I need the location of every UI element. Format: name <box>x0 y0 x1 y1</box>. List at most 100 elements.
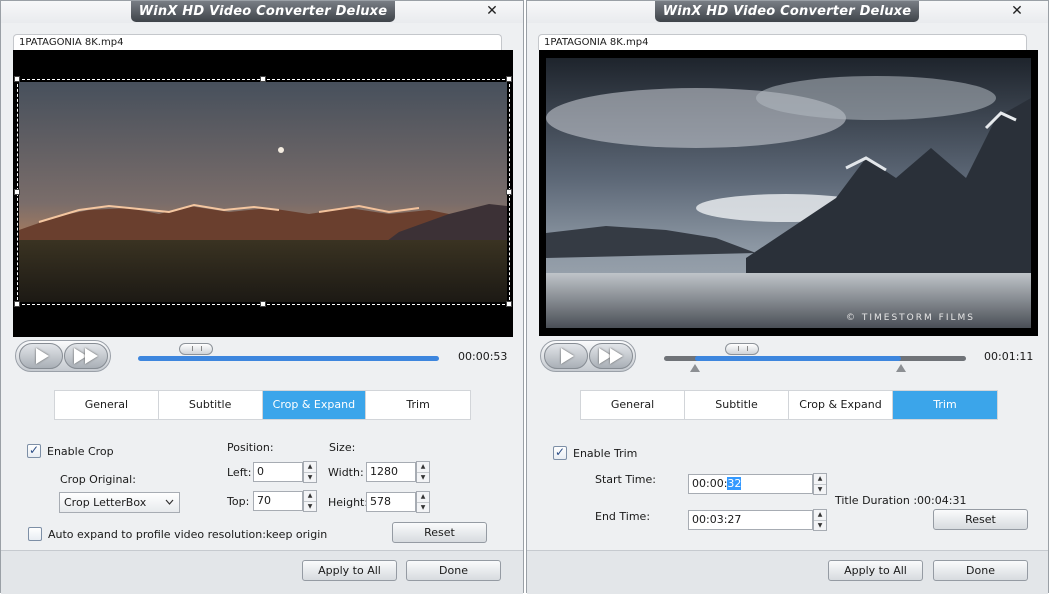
crop-original-label: Crop Original: <box>60 473 136 486</box>
spin-up-icon[interactable]: ▲ <box>417 492 429 503</box>
spin-up-icon[interactable]: ▲ <box>304 491 316 502</box>
title-bar: WinX HD Video Converter Deluxe ✕ <box>527 1 1048 23</box>
seek-thumb[interactable] <box>725 343 759 355</box>
spin-down-icon[interactable]: ▼ <box>304 502 316 512</box>
spin-up-icon[interactable]: ▲ <box>814 510 826 521</box>
done-button[interactable]: Done <box>406 560 501 581</box>
tab-subtitle[interactable]: Subtitle <box>159 391 263 419</box>
enable-crop-checkbox[interactable] <box>27 443 41 458</box>
crop-handle[interactable] <box>506 76 512 82</box>
trim-editor-window: WinX HD Video Converter Deluxe ✕ 1PATAGO… <box>526 0 1049 594</box>
dropdown-arrow-icon <box>165 499 174 505</box>
trim-end-marker[interactable] <box>896 364 906 372</box>
dialog-footer: Apply to All Done <box>1 550 523 594</box>
playback-buttons <box>540 340 636 372</box>
dialog-footer: Apply to All Done <box>527 550 1048 594</box>
spin-down-icon[interactable]: ▼ <box>417 503 429 513</box>
end-time-spinner[interactable]: ▲ ▼ <box>813 509 827 531</box>
spin-up-icon[interactable]: ▲ <box>304 462 316 473</box>
crop-handle[interactable] <box>14 189 20 195</box>
start-time-prefix: 00:00: <box>692 477 728 490</box>
tab-trim[interactable]: Trim <box>366 391 470 419</box>
play-button[interactable] <box>19 343 63 369</box>
position-label: Position: <box>227 441 274 454</box>
start-time-label: Start Time: <box>595 473 656 486</box>
height-label: Height: <box>328 496 369 509</box>
trim-range-fill <box>695 356 901 361</box>
crop-handle[interactable] <box>260 76 266 82</box>
auto-expand-label: Auto expand to profile video resolution:… <box>48 528 328 541</box>
spin-up-icon[interactable]: ▲ <box>417 462 429 473</box>
start-time-input[interactable]: 00:00:32 <box>688 474 813 494</box>
window-title: WinX HD Video Converter Deluxe <box>655 1 919 22</box>
auto-expand-checkbox[interactable] <box>28 527 42 541</box>
apply-to-all-button[interactable]: Apply to All <box>302 560 397 581</box>
file-name-tab: 1PATAGONIA 8K.mp4 <box>538 34 1027 50</box>
reset-button[interactable]: Reset <box>933 509 1028 530</box>
play-icon <box>561 348 574 364</box>
reset-button[interactable]: Reset <box>392 522 487 543</box>
crop-original-value: Crop LetterBox <box>64 496 147 509</box>
width-input[interactable]: 1280 <box>366 462 416 482</box>
trim-start-marker[interactable] <box>690 364 700 372</box>
crop-original-select[interactable]: Crop LetterBox <box>59 492 180 513</box>
seek-bar[interactable] <box>138 356 439 361</box>
seek-thumb[interactable] <box>179 343 213 355</box>
enable-trim-checkbox[interactable] <box>553 445 567 460</box>
video-frame: © TIMESTORM FILMS <box>546 58 1031 328</box>
play-icon <box>36 348 49 364</box>
left-spinner[interactable]: ▲ ▼ <box>303 461 317 483</box>
playback-buttons <box>15 340 111 372</box>
close-icon[interactable]: ✕ <box>1009 3 1025 19</box>
top-input[interactable]: 70 <box>253 491 303 511</box>
done-button[interactable]: Done <box>933 560 1028 581</box>
play-button[interactable] <box>544 343 588 369</box>
spin-down-icon[interactable]: ▼ <box>814 485 826 495</box>
end-time-input[interactable]: 00:03:27 <box>688 510 813 530</box>
start-time-selected-seconds: 32 <box>727 477 742 490</box>
spin-down-icon[interactable]: ▼ <box>304 473 316 483</box>
close-icon[interactable]: ✕ <box>484 3 500 19</box>
fast-forward-button[interactable] <box>64 343 108 369</box>
spin-down-icon[interactable]: ▼ <box>814 521 826 531</box>
apply-to-all-button[interactable]: Apply to All <box>828 560 923 581</box>
current-time: 00:00:53 <box>458 350 508 363</box>
top-spinner[interactable]: ▲ ▼ <box>303 490 317 512</box>
tab-crop-expand[interactable]: Crop & Expand <box>789 391 893 419</box>
start-time-spinner[interactable]: ▲ ▼ <box>813 473 827 495</box>
window-title: WinX HD Video Converter Deluxe <box>131 1 395 22</box>
top-label: Top: <box>227 495 250 508</box>
left-label: Left: <box>227 466 252 479</box>
spin-down-icon[interactable]: ▼ <box>417 473 429 483</box>
crop-handle[interactable] <box>506 189 512 195</box>
end-time-label: End Time: <box>595 510 651 523</box>
tab-crop-expand[interactable]: Crop & Expand <box>262 391 367 419</box>
tab-subtitle[interactable]: Subtitle <box>685 391 789 419</box>
video-preview <box>13 50 513 337</box>
enable-crop-label: Enable Crop <box>47 445 114 458</box>
size-label: Size: <box>329 441 356 454</box>
watermark-text: © TIMESTORM FILMS <box>846 313 975 323</box>
crop-selection-box[interactable] <box>17 79 510 305</box>
width-spinner[interactable]: ▲ ▼ <box>416 461 430 483</box>
crop-handle[interactable] <box>14 301 20 307</box>
file-name-tab: 1PATAGONIA 8K.mp4 <box>13 34 502 50</box>
player-controls: 00:01:11 <box>540 340 1040 374</box>
crop-handle[interactable] <box>260 301 266 307</box>
height-spinner[interactable]: ▲ ▼ <box>416 491 430 513</box>
tab-general[interactable]: General <box>55 391 159 419</box>
crop-handle[interactable] <box>506 301 512 307</box>
video-preview: © TIMESTORM FILMS <box>539 50 1038 336</box>
fast-forward-button[interactable] <box>589 343 633 369</box>
enable-trim-label: Enable Trim <box>573 447 638 460</box>
tab-trim[interactable]: Trim <box>893 391 997 419</box>
spin-up-icon[interactable]: ▲ <box>814 474 826 485</box>
title-bar: WinX HD Video Converter Deluxe ✕ <box>1 1 523 23</box>
tab-general[interactable]: General <box>581 391 685 419</box>
patagonia-lake-image: © TIMESTORM FILMS <box>546 58 1031 328</box>
crop-editor-window: WinX HD Video Converter Deluxe ✕ 1PATAGO… <box>0 0 524 594</box>
height-input[interactable]: 578 <box>366 492 416 512</box>
crop-handle[interactable] <box>14 76 20 82</box>
left-input[interactable]: 0 <box>253 462 303 482</box>
settings-tabs: General Subtitle Crop & Expand Trim <box>54 390 471 420</box>
